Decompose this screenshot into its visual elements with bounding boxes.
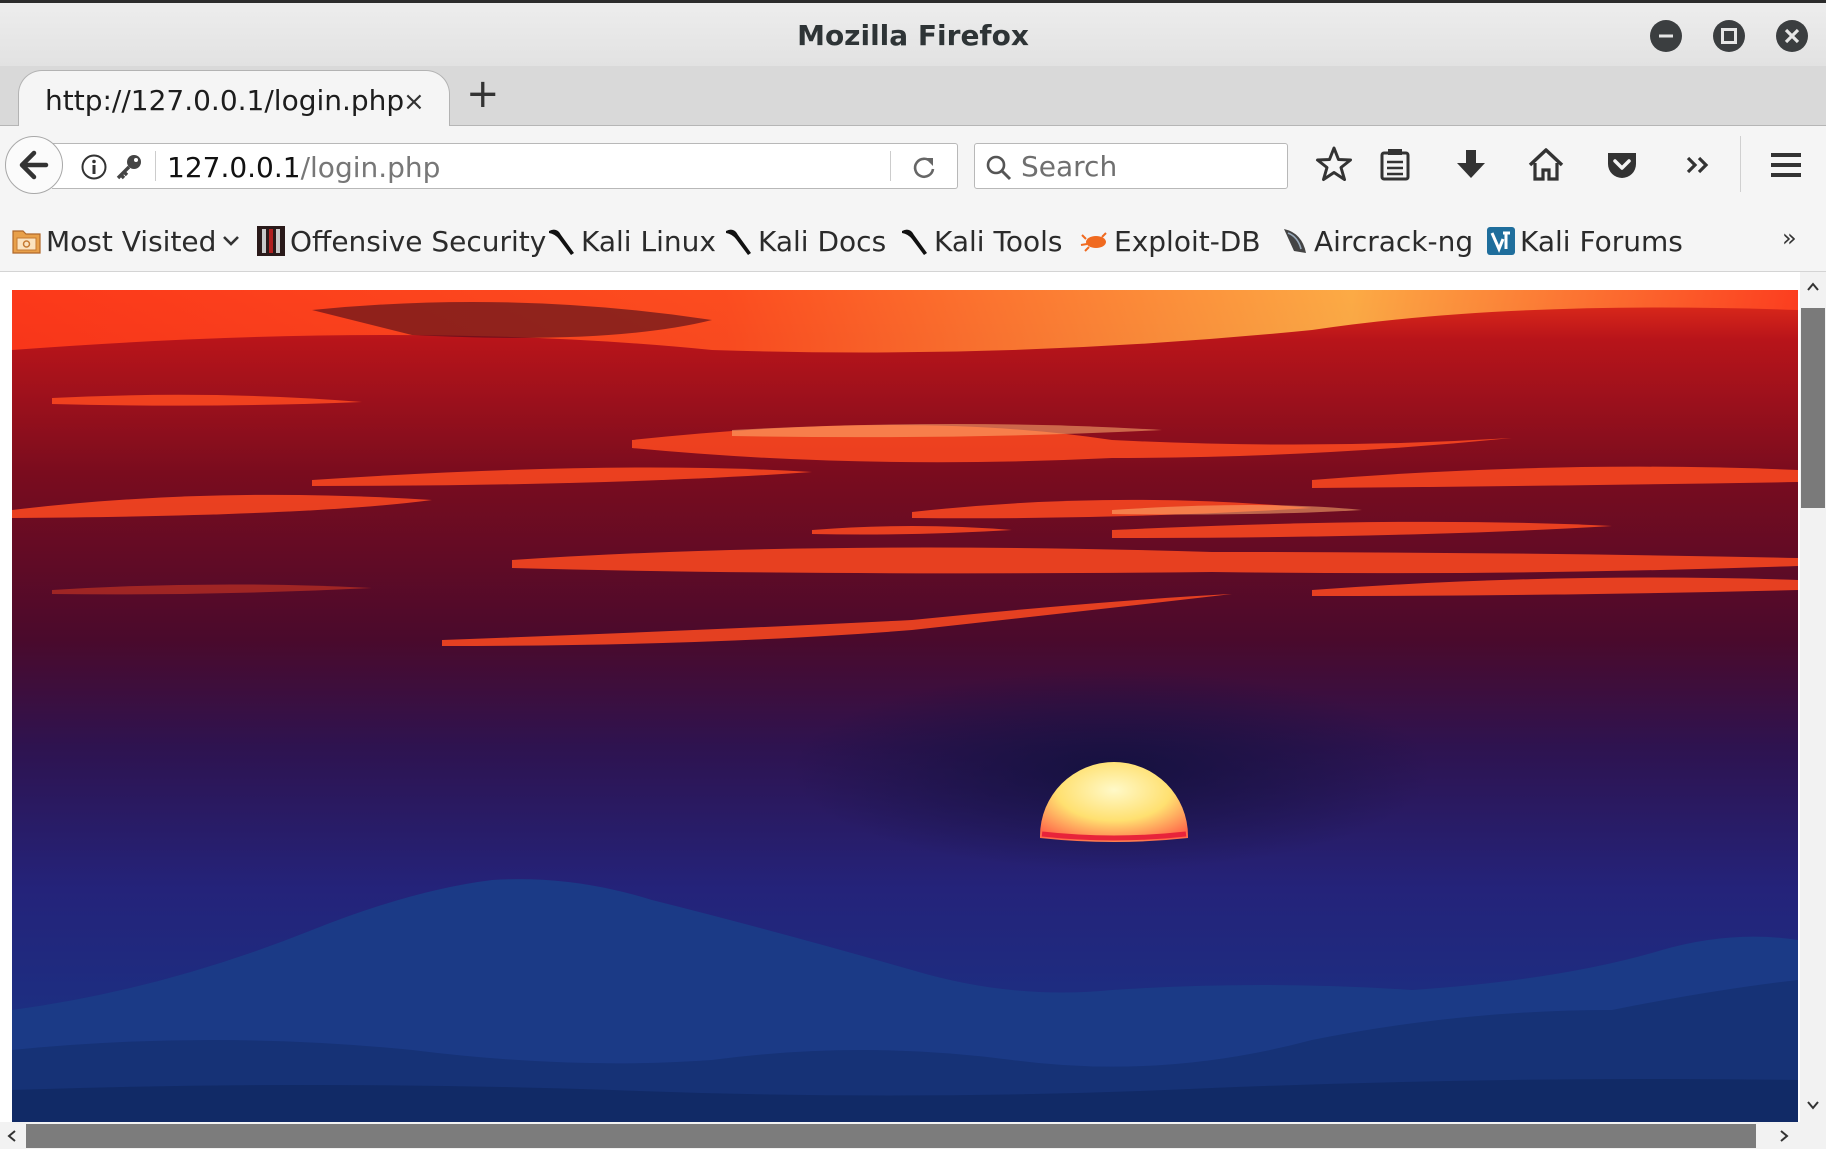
bookmark-label: Aircrack-ng — [1314, 224, 1474, 258]
bookmark-label: Kali Linux — [581, 224, 716, 258]
toolbar-divider — [1740, 136, 1741, 192]
minimize-button[interactable] — [1650, 20, 1682, 52]
kali-forums-icon — [1487, 227, 1515, 255]
close-icon — [1784, 28, 1800, 44]
search-input[interactable] — [1021, 149, 1271, 183]
bookmark-kali-tools[interactable]: Kali Tools — [900, 222, 1062, 260]
url-text[interactable]: 127.0.0.1/login.php — [167, 151, 440, 184]
window-title: Mozilla Firefox — [797, 19, 1029, 52]
reload-icon[interactable] — [910, 154, 938, 182]
vertical-scrollbar[interactable] — [1800, 272, 1826, 1122]
page-content — [0, 272, 1800, 1122]
bookmark-label: Most Visited — [46, 224, 217, 258]
bookmark-aircrack-ng[interactable]: Aircrack-ng — [1280, 222, 1473, 260]
maximize-button[interactable] — [1713, 20, 1745, 52]
bookmark-label: Kali Docs — [758, 224, 887, 258]
horizontal-scroll-thumb[interactable] — [26, 1124, 1756, 1148]
bookmark-label: Kali Tools — [934, 224, 1063, 258]
bookmark-kali-forums[interactable]: Kali Forums — [1486, 222, 1683, 260]
aircrack-icon — [1284, 229, 1306, 253]
tab-title: http://127.0.0.1/login.php — [45, 84, 405, 117]
overflow-icon[interactable] — [1674, 140, 1724, 190]
bookmark-most-visited[interactable]: Most Visited — [12, 222, 242, 260]
offsec-icon — [257, 226, 285, 256]
minimize-icon — [1659, 34, 1673, 38]
horizontal-scrollbar[interactable] — [0, 1122, 1826, 1149]
window-titlebar: Mozilla Firefox — [0, 0, 1826, 66]
kali-dragon-icon — [549, 229, 574, 255]
bookmark-label: Offensive Security — [290, 224, 547, 258]
scroll-up-arrow-icon[interactable] — [1805, 278, 1821, 298]
back-button[interactable] — [5, 136, 63, 194]
back-arrow-icon — [19, 150, 49, 180]
close-window-button[interactable] — [1776, 20, 1808, 52]
url-host: 127.0.0.1 — [167, 151, 301, 184]
bookmarks-overflow-button[interactable]: » — [1782, 224, 1797, 252]
url-divider — [155, 151, 156, 181]
folder-icon — [12, 230, 41, 254]
pocket-icon[interactable] — [1597, 140, 1647, 190]
bookmark-star-icon[interactable] — [1309, 140, 1359, 190]
url-bar[interactable]: 127.0.0.1/login.php — [52, 143, 958, 189]
bookmark-label: Exploit-DB — [1114, 224, 1261, 258]
url-path: /login.php — [300, 151, 441, 184]
new-tab-button[interactable]: + — [466, 74, 500, 114]
chevron-down-icon — [223, 236, 240, 246]
tab-login[interactable]: http://127.0.0.1/login.php × — [18, 70, 450, 127]
exploit-db-icon — [1080, 232, 1107, 252]
bookmark-kali-linux[interactable]: Kali Linux — [547, 222, 716, 260]
search-bar[interactable] — [974, 143, 1288, 189]
reading-list-icon[interactable] — [1370, 140, 1420, 190]
maximize-icon — [1721, 28, 1737, 44]
scroll-right-arrow-icon[interactable] — [1776, 1127, 1792, 1147]
site-info-icon[interactable] — [80, 153, 108, 181]
scroll-left-arrow-icon[interactable] — [4, 1127, 20, 1147]
home-icon[interactable] — [1521, 140, 1571, 190]
bookmark-label: Kali Forums — [1520, 224, 1683, 258]
tab-strip: http://127.0.0.1/login.php × + — [0, 66, 1826, 127]
bookmark-kali-docs[interactable]: Kali Docs — [724, 222, 886, 260]
bookmark-exploit-db[interactable]: Exploit-DB — [1080, 222, 1261, 260]
sunset-photo — [12, 290, 1798, 1122]
kali-dragon-icon — [902, 229, 927, 255]
download-icon[interactable] — [1446, 140, 1496, 190]
bookmarks-toolbar: Most Visited Offensive Security Kali Lin… — [0, 210, 1826, 272]
search-icon — [986, 155, 1012, 181]
navigation-toolbar: 127.0.0.1/login.php — [0, 126, 1826, 210]
vertical-scroll-thumb[interactable] — [1801, 308, 1825, 508]
key-icon[interactable] — [114, 152, 144, 182]
url-divider — [890, 151, 891, 181]
kali-dragon-icon — [726, 229, 751, 255]
tab-close-button[interactable]: × — [403, 87, 425, 117]
bookmark-offensive-security[interactable]: Offensive Security — [256, 222, 546, 260]
menu-icon[interactable] — [1761, 140, 1811, 190]
scroll-down-arrow-icon[interactable] — [1805, 1096, 1821, 1116]
